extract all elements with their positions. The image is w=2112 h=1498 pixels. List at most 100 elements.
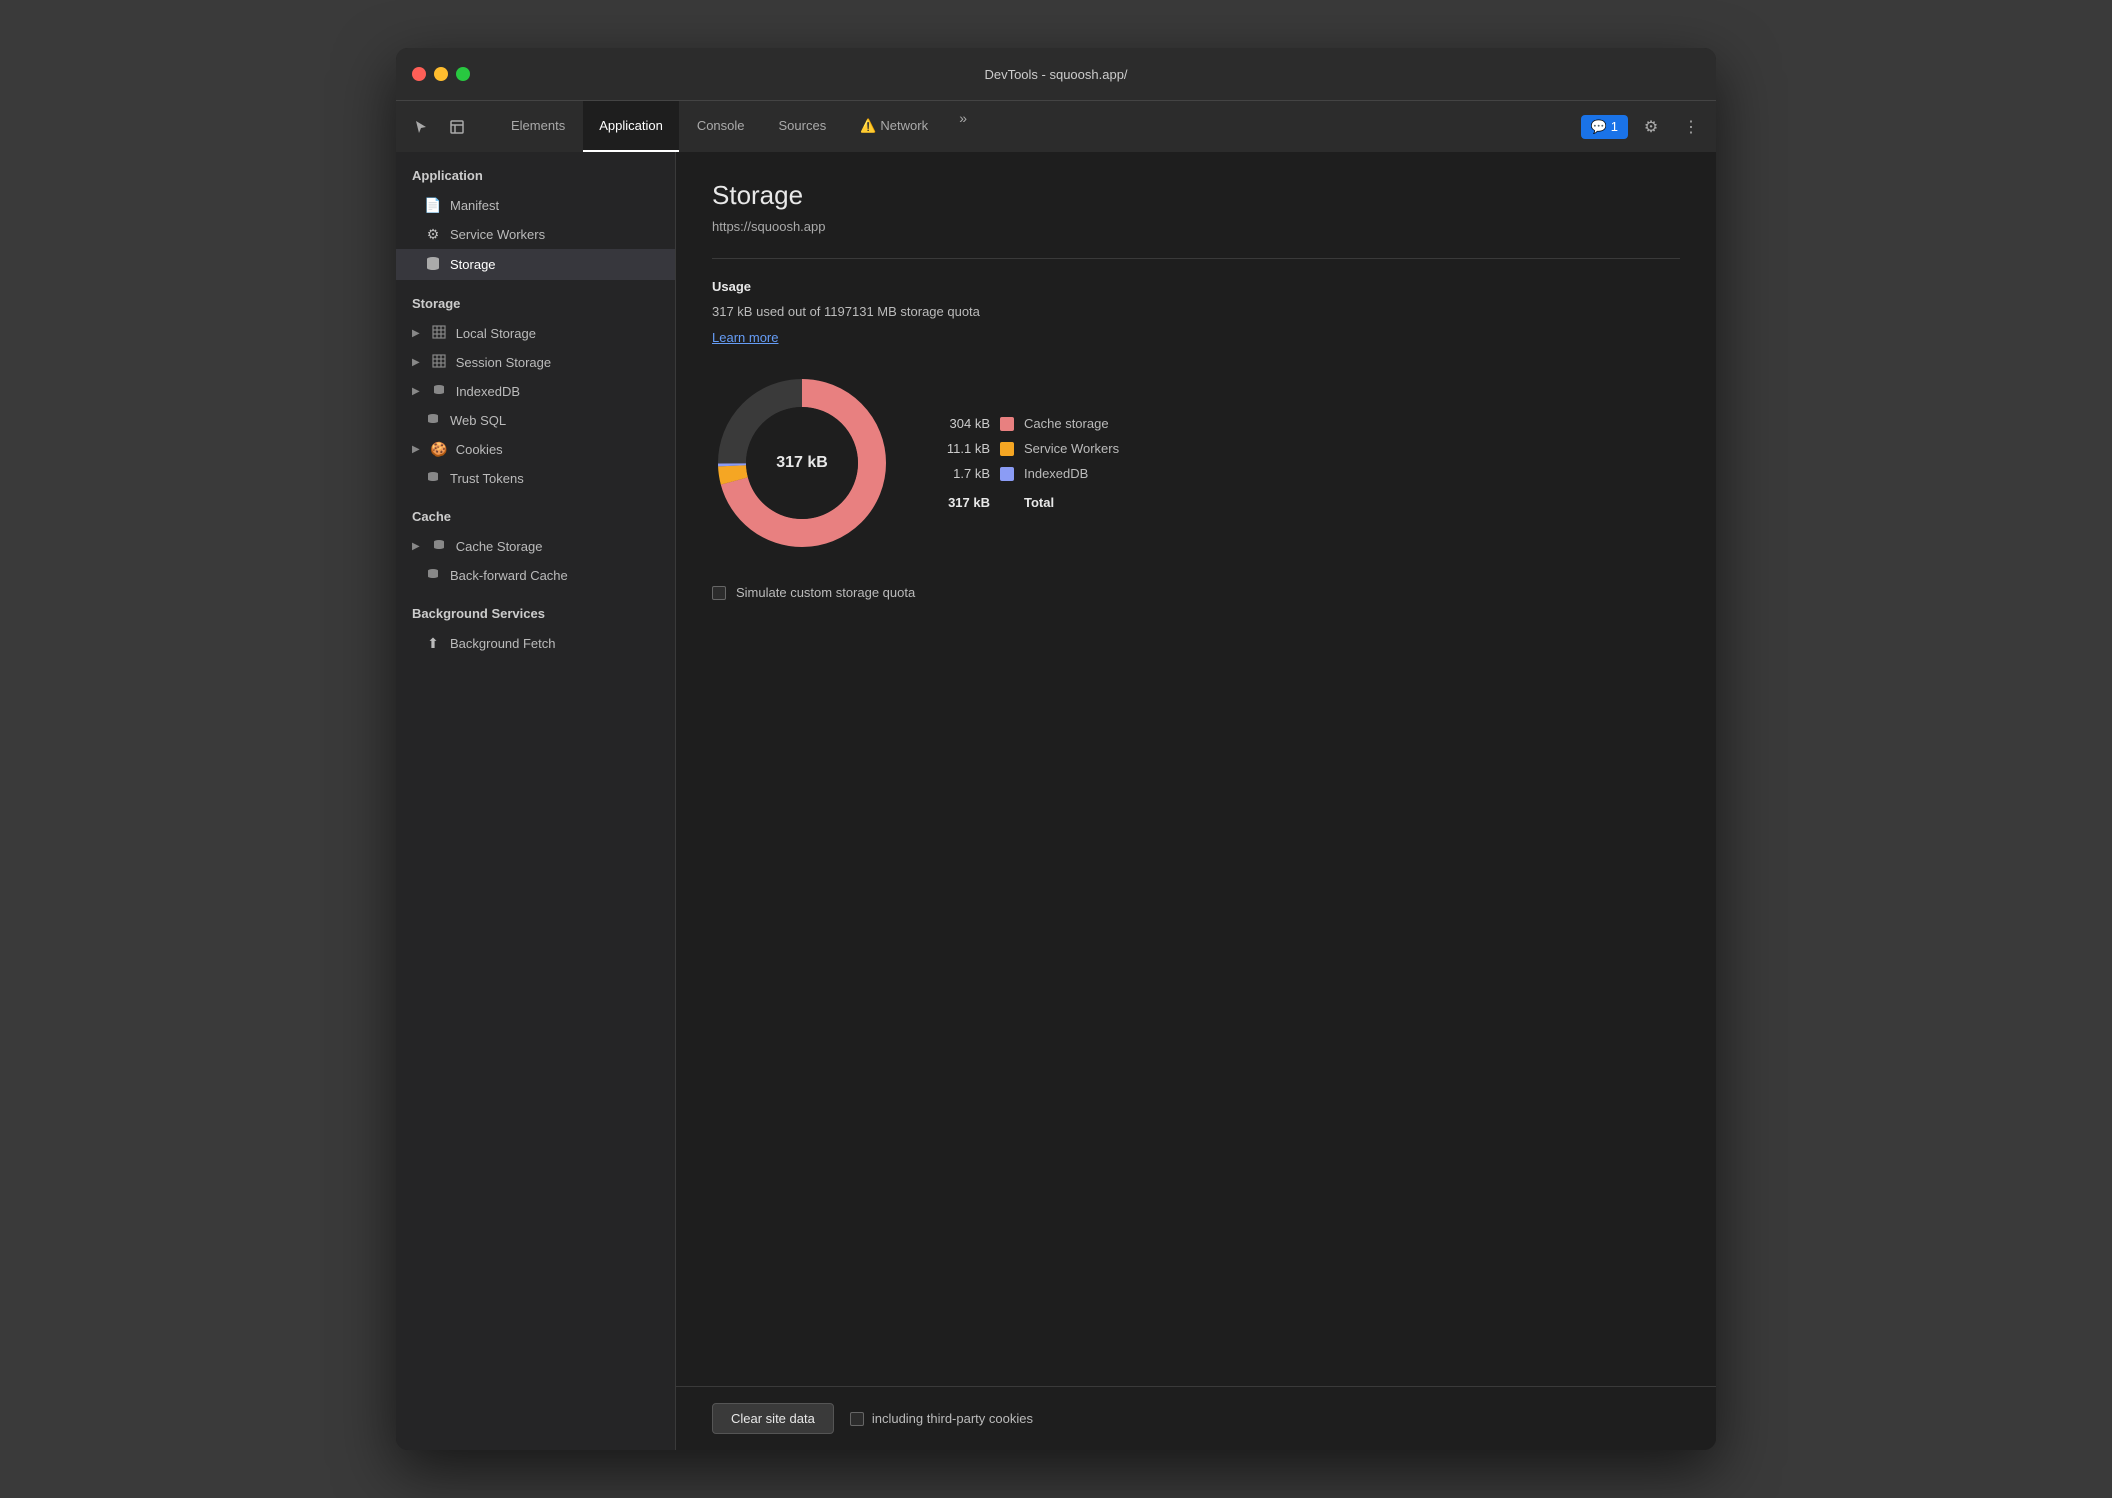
third-party-checkbox[interactable] [850, 1412, 864, 1426]
sidebar-item-cookies[interactable]: ▶ 🍪 Cookies [396, 435, 675, 464]
devtools-window: DevTools - squoosh.app/ Elements Appli [396, 48, 1716, 1450]
arrow-icon: ▶ [412, 444, 420, 455]
sidebar-section-storage: Storage [396, 280, 675, 319]
sidebar-section-application: Application [396, 152, 675, 191]
sidebar-item-local-storage[interactable]: ▶ Local Storage [396, 319, 675, 348]
tab-elements[interactable]: Elements [495, 101, 581, 152]
clear-site-data-button[interactable]: Clear site data [712, 1403, 834, 1434]
sidebar-item-web-sql[interactable]: Web SQL [396, 406, 675, 435]
simulate-label: Simulate custom storage quota [736, 585, 915, 600]
sidebar-item-back-forward-cache[interactable]: Back-forward Cache [396, 561, 675, 590]
cache-storage-icon [430, 538, 448, 555]
legend-value: 11.1 kB [940, 441, 990, 456]
maximize-button[interactable] [456, 67, 470, 81]
trust-tokens-icon [424, 470, 442, 487]
sidebar-section-background: Background Services [396, 590, 675, 629]
sidebar-item-label: Local Storage [456, 326, 536, 341]
minimize-button[interactable] [434, 67, 448, 81]
main-layout: Application 📄 Manifest ⚙ Service Workers [396, 152, 1716, 1450]
donut-chart: 317 kB [712, 373, 892, 553]
devtools-icons [404, 101, 485, 152]
cursor-icon[interactable] [404, 110, 438, 144]
traffic-lights [412, 67, 470, 81]
more-options-button[interactable]: ⋮ [1674, 110, 1708, 144]
legend-item-indexeddb: 1.7 kB IndexedDB [940, 466, 1119, 481]
tab-sources[interactable]: Sources [763, 101, 843, 152]
cookies-icon: 🍪 [430, 441, 448, 458]
local-storage-icon [430, 325, 448, 342]
sidebar-item-label: Storage [450, 257, 496, 272]
third-party-label: including third-party cookies [872, 1411, 1033, 1426]
arrow-icon: ▶ [412, 386, 420, 397]
sidebar-item-label: Cookies [456, 442, 503, 457]
legend-item-cache: 304 kB Cache storage [940, 416, 1119, 431]
page-url: https://squoosh.app [712, 219, 1680, 234]
tab-console[interactable]: Console [681, 101, 761, 152]
back-forward-cache-icon [424, 567, 442, 584]
sidebar-item-label: Service Workers [450, 227, 545, 242]
arrow-icon: ▶ [412, 328, 420, 339]
sidebar-item-background-fetch[interactable]: ⬆ Background Fetch [396, 629, 675, 658]
usage-label: Usage [712, 279, 1680, 294]
notification-button[interactable]: 💬 1 [1581, 115, 1628, 139]
sidebar-item-service-workers[interactable]: ⚙ Service Workers [396, 220, 675, 249]
sidebar-item-manifest[interactable]: 📄 Manifest [396, 191, 675, 220]
window-title: DevTools - squoosh.app/ [984, 67, 1127, 82]
storage-icon [424, 255, 442, 274]
sidebar-item-trust-tokens[interactable]: Trust Tokens [396, 464, 675, 493]
service-workers-icon: ⚙ [424, 226, 442, 243]
simulate-checkbox-row[interactable]: Simulate custom storage quota [712, 585, 1680, 600]
third-party-row: including third-party cookies [850, 1411, 1033, 1426]
indexeddb-icon [430, 383, 448, 400]
sidebar-item-label: Trust Tokens [450, 471, 524, 486]
tab-application[interactable]: Application [583, 101, 679, 152]
legend-label: Service Workers [1024, 441, 1119, 456]
legend: 304 kB Cache storage 11.1 kB Service Wor… [940, 416, 1119, 510]
sidebar-item-indexeddb[interactable]: ▶ IndexedDB [396, 377, 675, 406]
sidebar: Application 📄 Manifest ⚙ Service Workers [396, 152, 676, 1450]
divider [712, 258, 1680, 259]
inspect-icon[interactable] [440, 110, 474, 144]
legend-value: 1.7 kB [940, 466, 990, 481]
sidebar-section-cache: Cache [396, 493, 675, 532]
content-area: Storage https://squoosh.app Usage 317 kB… [676, 152, 1716, 1450]
usage-text: 317 kB used out of 1197131 MB storage qu… [712, 304, 1680, 319]
legend-label: IndexedDB [1024, 466, 1088, 481]
sidebar-item-label: Cache Storage [456, 539, 543, 554]
legend-color-cache [1000, 417, 1014, 431]
learn-more-link[interactable]: Learn more [712, 330, 778, 345]
legend-label: Cache storage [1024, 416, 1109, 431]
chat-icon: 💬 [1591, 119, 1607, 135]
sidebar-item-label: Session Storage [456, 355, 551, 370]
sidebar-item-storage[interactable]: Storage [396, 249, 675, 280]
chart-area: 317 kB 304 kB Cache storage 11.1 kB Serv… [712, 373, 1680, 553]
sidebar-item-cache-storage[interactable]: ▶ Cache Storage [396, 532, 675, 561]
legend-total: 317 kB Total [940, 491, 1119, 510]
manifest-icon: 📄 [424, 197, 442, 214]
titlebar: DevTools - squoosh.app/ [396, 48, 1716, 100]
sidebar-item-label: Background Fetch [450, 636, 556, 651]
legend-item-sw: 11.1 kB Service Workers [940, 441, 1119, 456]
bottom-bar: Clear site data including third-party co… [676, 1386, 1716, 1450]
sidebar-item-session-storage[interactable]: ▶ Session Storage [396, 348, 675, 377]
close-button[interactable] [412, 67, 426, 81]
tabbar: Elements Application Console Sources ⚠️ … [396, 100, 1716, 152]
page-title: Storage [712, 180, 1680, 211]
arrow-icon: ▶ [412, 357, 420, 368]
arrow-icon: ▶ [412, 541, 420, 552]
total-label: Total [1024, 495, 1054, 510]
more-tabs-button[interactable]: » [946, 101, 980, 135]
background-fetch-icon: ⬆ [424, 635, 442, 652]
sidebar-item-label: Web SQL [450, 413, 506, 428]
legend-color-indexeddb [1000, 467, 1014, 481]
content-inner: Storage https://squoosh.app Usage 317 kB… [676, 152, 1716, 1386]
warning-icon: ⚠️ [860, 118, 876, 134]
donut-center-label: 317 kB [776, 454, 828, 472]
legend-value: 304 kB [940, 416, 990, 431]
simulate-checkbox[interactable] [712, 586, 726, 600]
sidebar-item-label: IndexedDB [456, 384, 520, 399]
settings-button[interactable]: ⚙ [1634, 110, 1668, 144]
legend-color-sw [1000, 442, 1014, 456]
tabbar-right: 💬 1 ⚙ ⋮ [1581, 101, 1708, 152]
tab-network[interactable]: ⚠️ Network [844, 101, 944, 152]
